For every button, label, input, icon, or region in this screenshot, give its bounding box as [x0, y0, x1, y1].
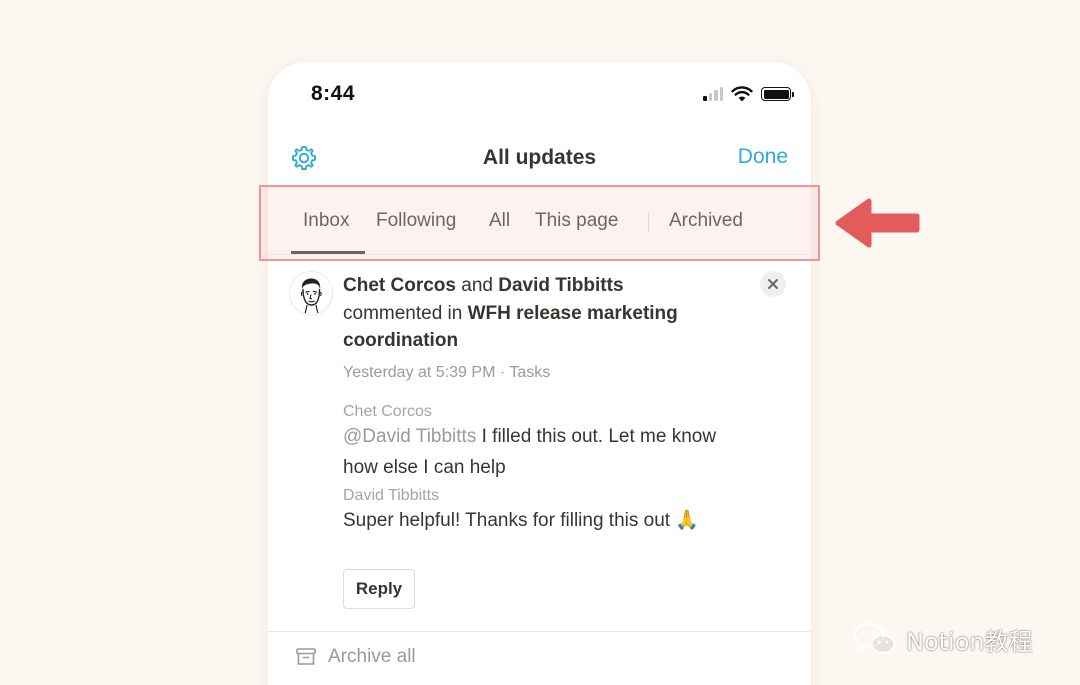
- meta-separator: ·: [499, 363, 506, 381]
- header: All updates Done: [268, 134, 811, 184]
- tab-inbox[interactable]: Inbox: [303, 210, 349, 232]
- archive-all-label: Archive all: [328, 646, 416, 667]
- watermark-text: Notion教程: [906, 627, 1033, 656]
- arrow-left-icon: [835, 198, 920, 248]
- wechat-icon: [853, 622, 896, 656]
- timestamp: Yesterday at 5:39 PM: [343, 363, 496, 381]
- tab-all[interactable]: All: [489, 210, 510, 232]
- comment-text-line: I filled this out. Let me know: [476, 425, 717, 447]
- archive-all-button[interactable]: Archive all: [296, 646, 416, 668]
- page-title: All updates: [482, 146, 597, 169]
- pray-emoji: 🙏: [675, 508, 700, 531]
- comment-text: Super helpful! Thanks for filling this o…: [343, 505, 743, 536]
- battery-icon: [761, 87, 794, 101]
- comment: David Tibbitts Super helpful! Thanks for…: [343, 487, 743, 536]
- done-button[interactable]: Done: [738, 145, 788, 169]
- action-text: commented in: [343, 302, 463, 324]
- notification-content: Chet Corcos and David Tibbitts commented…: [343, 272, 743, 536]
- watermark: Notion教程: [852, 621, 1033, 657]
- status-time: 8:44: [311, 82, 356, 105]
- status-icons: [703, 86, 794, 102]
- tab-this-page[interactable]: This page: [535, 210, 618, 232]
- tab-archived[interactable]: Archived: [669, 210, 743, 232]
- footer-divider: [268, 631, 811, 632]
- reply-button[interactable]: Reply: [343, 569, 415, 609]
- comment-text-line: Super helpful! Thanks for filling this o…: [343, 509, 671, 531]
- tab-bar: Inbox Following All This page Archived: [268, 200, 811, 256]
- comment: Chet Corcos @David Tibbitts I filled thi…: [343, 403, 743, 483]
- status-bar: 8:44: [268, 62, 811, 126]
- page-link[interactable]: coordination: [343, 330, 458, 351]
- location-text: Tasks: [509, 363, 551, 381]
- comment-text: @David Tibbitts I filled this out. Let m…: [343, 421, 743, 483]
- conjunction-text: and: [461, 275, 493, 296]
- comment-author: Chet Corcos: [343, 402, 432, 420]
- user-avatar-illustration: [300, 278, 322, 314]
- comment-author: David Tibbitts: [343, 486, 440, 504]
- wifi-icon: [731, 86, 753, 102]
- close-icon: [768, 279, 778, 289]
- avatar: [290, 272, 332, 314]
- tab-bar-divider: [268, 254, 811, 255]
- user-mention[interactable]: @David Tibbitts: [343, 426, 476, 447]
- archive-box-icon: [296, 648, 316, 665]
- notification-meta: Yesterday at 5:39 PM · Tasks: [343, 364, 743, 382]
- mobile-screen: 8:44 All updates Done Inbox Following Al…: [268, 62, 811, 685]
- actor-name[interactable]: Chet Corcos: [343, 275, 456, 296]
- dismiss-button[interactable]: [760, 271, 786, 297]
- actor-name[interactable]: David Tibbitts: [498, 275, 623, 296]
- tab-divider: [648, 212, 649, 232]
- cellular-signal-icon: [703, 87, 723, 101]
- comment-text-line: how else I can help: [343, 456, 506, 478]
- tab-following[interactable]: Following: [376, 210, 456, 232]
- notification-headline: Chet Corcos and David Tibbitts commented…: [343, 272, 743, 355]
- page-link[interactable]: WFH release marketing: [468, 303, 678, 324]
